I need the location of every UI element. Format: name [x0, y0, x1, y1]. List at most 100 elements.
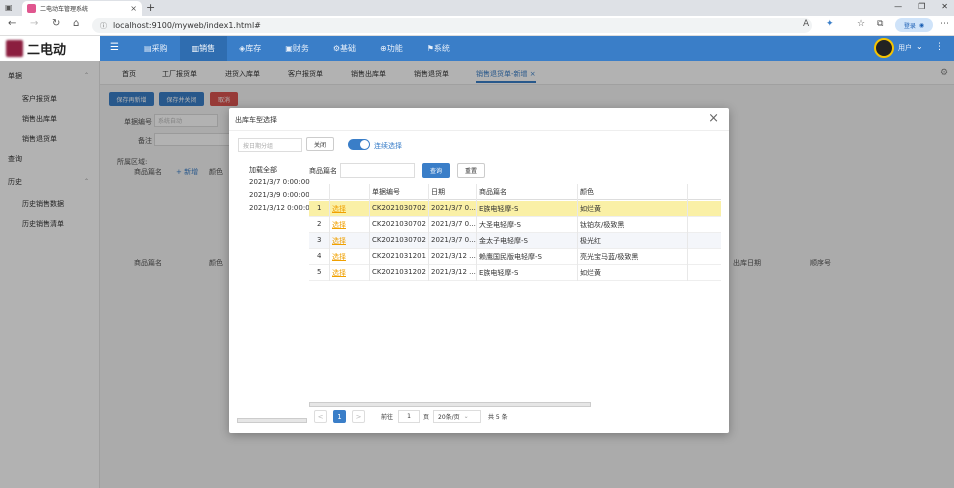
date: 2021/3/12 ... [431, 268, 476, 276]
divider [229, 130, 729, 131]
nav-basic[interactable]: ⚙ 基础 [321, 36, 368, 61]
nav-purchase[interactable]: ▤ 采购 [132, 36, 180, 61]
select-link[interactable]: 选择 [332, 204, 346, 214]
reset-button[interactable]: 重置 [457, 163, 485, 178]
column-divider [476, 184, 477, 281]
row-number: 4 [317, 252, 322, 260]
login-label: 登录 [903, 22, 916, 30]
extension-icon[interactable]: ✦ [826, 19, 834, 29]
dialog-title: 出库车型选择 [235, 116, 277, 124]
prev-page-button[interactable]: < [314, 410, 327, 423]
reload-icon[interactable]: ↻ [52, 18, 60, 29]
doc-no: CK2021030702 [372, 220, 427, 228]
page-size-value: 20条/页 [438, 414, 460, 421]
nav-label: 销售 [199, 44, 216, 53]
tab-close-icon[interactable]: × [130, 4, 137, 13]
select-link[interactable]: 选择 [332, 252, 346, 262]
search-input[interactable] [340, 163, 415, 178]
next-page-button[interactable]: > [352, 410, 365, 423]
nav-label: 基础 [340, 44, 357, 53]
row-number: 5 [317, 268, 322, 276]
date-group-all[interactable]: 加载全部 [249, 165, 277, 175]
page-unit: 页 [423, 414, 430, 421]
close-icon[interactable]: × [708, 111, 719, 126]
table-row[interactable]: 4 选择 CK2021031201 2021/3/12 ... 赖鹰国民版电轻摩… [309, 249, 721, 265]
date-group-item[interactable]: 2021/3/7 0:00:00 [249, 178, 310, 186]
row-number: 1 [317, 204, 322, 212]
window-icon[interactable]: ▣ [5, 3, 13, 12]
horizontal-scrollbar[interactable] [237, 418, 307, 423]
horizontal-scrollbar[interactable] [309, 402, 591, 407]
color: 如烂黄 [580, 269, 601, 277]
goto-page-input[interactable]: 1 [398, 410, 420, 423]
col-doc-no: 单据编号 [372, 188, 400, 196]
date-group-item[interactable]: 2021/3/9 0:00:00 [249, 191, 310, 199]
top-nav: ▤ 采购 ▥ 销售 ◈ 库存 ▣ 财务 ⚙ 基础 ⊕ 功能 ⚑ 系统 [132, 36, 462, 61]
favorites-icon[interactable]: ☆ [857, 19, 865, 29]
browser-tab-bar [0, 0, 954, 16]
back-icon[interactable]: ← [8, 18, 16, 29]
date: 2021/3/7 0... [431, 204, 476, 212]
nav-system[interactable]: ⚑ 系统 [415, 36, 462, 61]
doc-no: CK2021031202 [372, 268, 427, 276]
read-aloud-icon[interactable]: A [803, 19, 809, 29]
color: 钛铂灰/极致黑 [580, 221, 625, 229]
column-divider [577, 184, 578, 281]
color: 亮光宝马蓝/极致黑 [580, 253, 639, 261]
user-name[interactable]: 用户 [898, 43, 912, 53]
row-number: 3 [317, 236, 322, 244]
nav-label: 库存 [245, 44, 262, 53]
minimize-icon[interactable]: — [894, 2, 902, 11]
row-number: 2 [317, 220, 322, 228]
table-header: 单据编号 日期 商品篇名 颜色 [309, 184, 721, 200]
select-link[interactable]: 选择 [332, 236, 346, 246]
group-by-date-input[interactable]: 按日期分组 [238, 138, 302, 152]
logo-text: 二电动 [27, 43, 67, 58]
avatar[interactable] [874, 38, 894, 58]
col-color: 颜色 [580, 188, 594, 196]
user-dropdown-icon[interactable]: ⌄ [916, 42, 923, 51]
doc-no: CK2021030702 [372, 236, 427, 244]
date-group-item[interactable]: 2021/3/12 0:00:00 [249, 204, 314, 212]
toggle-knob [360, 140, 369, 149]
search-button[interactable]: 查询 [422, 163, 450, 178]
url-bar[interactable]: ⓘ localhost:9100/myweb/index1.html# [92, 18, 812, 33]
nav-inventory[interactable]: ◈ 库存 [227, 36, 273, 61]
column-divider [369, 184, 370, 281]
table-row[interactable]: 3 选择 CK2021030702 2021/3/7 0... 金太子电轻摩-S… [309, 233, 721, 249]
window-close-icon[interactable]: ✕ [941, 2, 948, 11]
browser-tab[interactable]: 二电动车管理系统 × [22, 1, 142, 16]
column-divider [428, 184, 429, 281]
nav-finance[interactable]: ▣ 财务 [273, 36, 321, 61]
menu-toggle-icon[interactable]: ☰ [110, 42, 119, 53]
doc-no: CK2021031201 [372, 252, 427, 260]
select-link[interactable]: 选择 [332, 220, 346, 230]
chevron-down-icon: ⌄ [463, 413, 469, 420]
continuous-select-toggle[interactable] [348, 139, 370, 150]
header-more-icon[interactable]: ⋮ [935, 42, 944, 52]
forward-icon[interactable]: → [30, 18, 38, 29]
collections-icon[interactable]: ⧉ [877, 19, 883, 29]
new-tab-icon[interactable]: + [146, 1, 155, 14]
login-button[interactable]: 登录 ◉ [895, 18, 933, 32]
select-link[interactable]: 选择 [332, 268, 346, 278]
product-name: 金太子电轻摩-S [479, 237, 528, 245]
total-count: 共 5 条 [488, 414, 508, 421]
nav-function[interactable]: ⊕ 功能 [368, 36, 415, 61]
favicon-icon [27, 4, 36, 13]
maximize-icon[interactable]: ❐ [918, 2, 925, 11]
goto-label: 前往 [381, 414, 394, 421]
table-row[interactable]: 1 选择 CK2021030702 2021/3/7 0... E族电轻摩-S … [309, 201, 721, 217]
search-label: 商品篇名 [309, 167, 337, 175]
home-icon[interactable]: ⌂ [73, 18, 79, 29]
table-row[interactable]: 2 选择 CK2021030702 2021/3/7 0... 大圣电轻摩-S … [309, 217, 721, 233]
more-icon[interactable]: ⋯ [940, 19, 949, 29]
col-product-name: 商品篇名 [479, 188, 507, 196]
date: 2021/3/12 ... [431, 252, 476, 260]
close-group-button[interactable]: 关闭 [306, 137, 334, 151]
column-divider [329, 184, 330, 281]
page-size-select[interactable]: 20条/页 ⌄ [433, 410, 481, 423]
page-1-button[interactable]: 1 [333, 410, 346, 423]
table-row[interactable]: 5 选择 CK2021031202 2021/3/12 ... E族电轻摩-S … [309, 265, 721, 281]
nav-sales[interactable]: ▥ 销售 [179, 36, 228, 61]
